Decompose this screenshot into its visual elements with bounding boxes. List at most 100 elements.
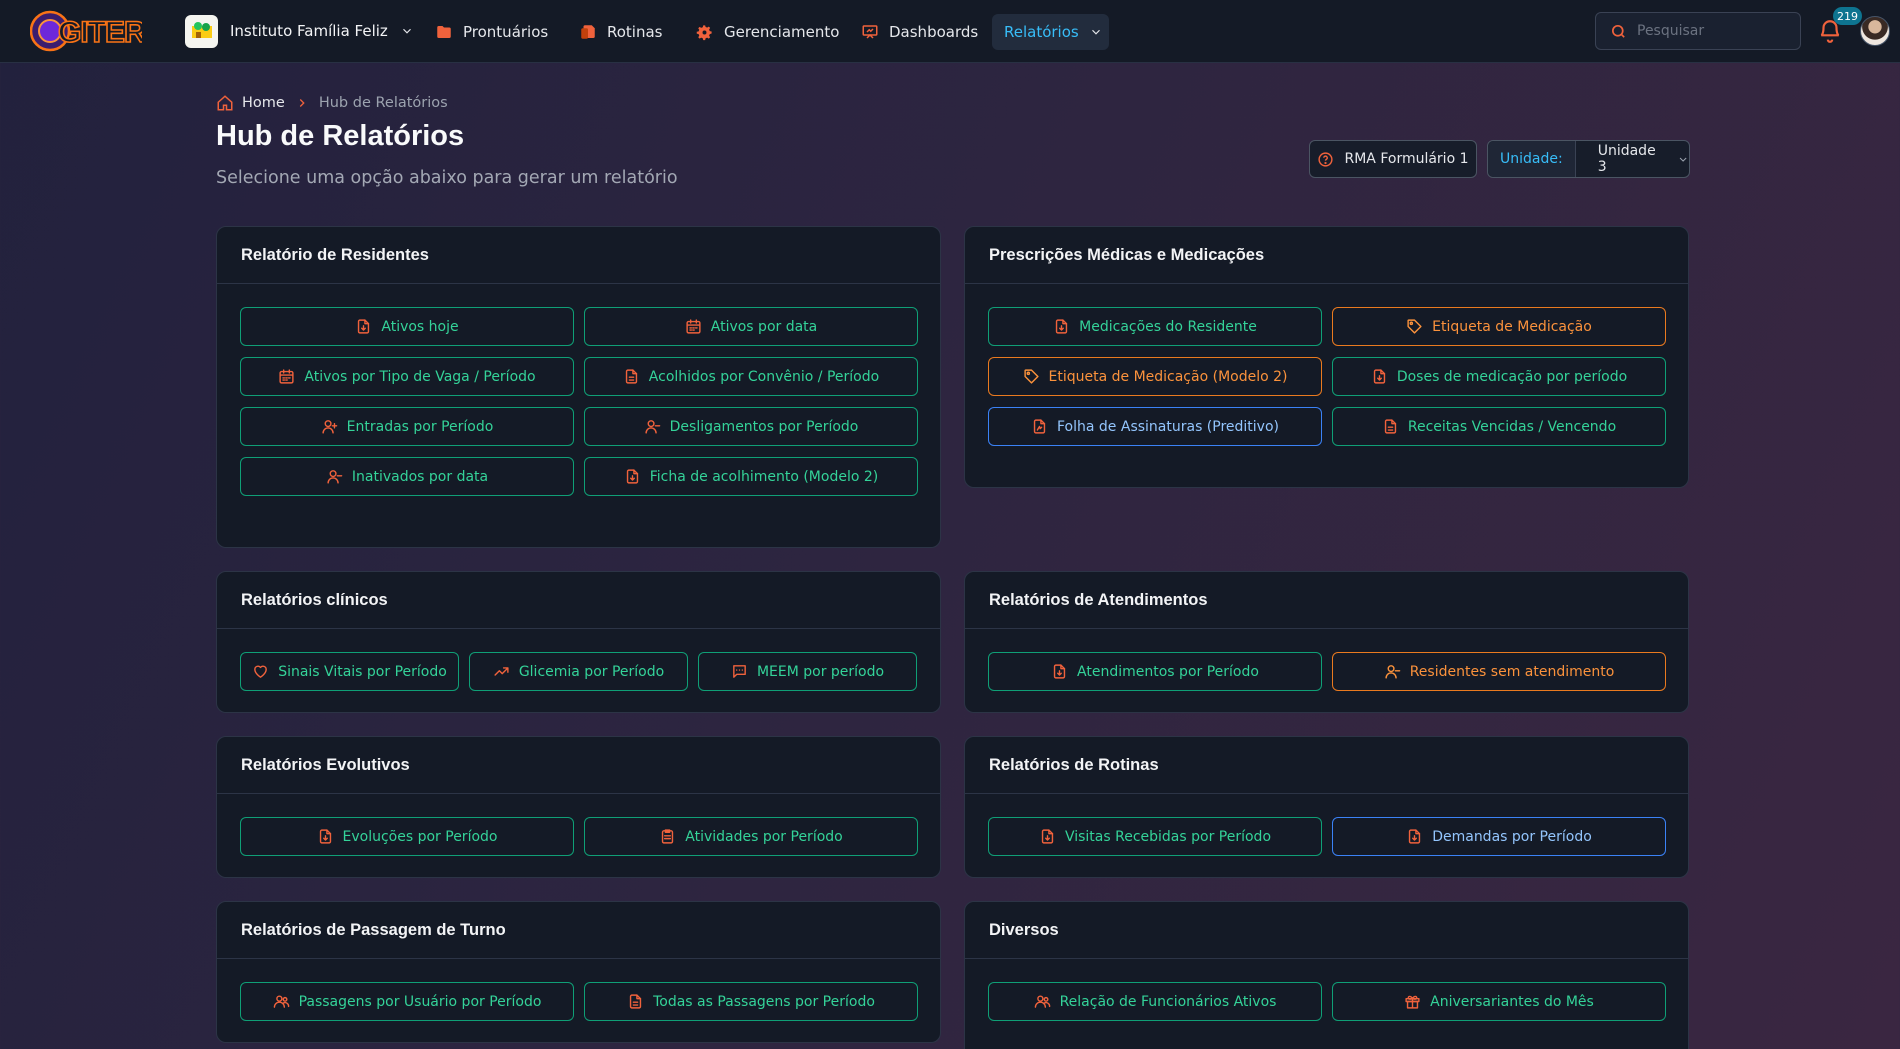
unit-value: Unidade 3 <box>1576 143 1689 175</box>
report-button[interactable]: Relação de Funcionários Ativos <box>988 982 1322 1021</box>
unit-label: Unidade: <box>1488 141 1576 177</box>
users-icon <box>1034 995 1050 1008</box>
card-title: Prescrições Médicas e Medicações <box>965 227 1688 284</box>
button-grid: Sinais Vitais por Período Glicemia por Pe… <box>240 652 917 691</box>
report-button-label: Acolhidos por Convênio / Período <box>648 368 880 385</box>
button-grid: Visitas Recebidas por Período Demandas po… <box>988 817 1666 856</box>
file-download-icon <box>358 319 370 334</box>
breadcrumb-home[interactable]: Home <box>216 94 285 112</box>
report-button-label: Evoluções por Período <box>342 828 498 845</box>
users-icon <box>273 995 289 1008</box>
report-button-label: Etiqueta de Medicação <box>1432 318 1592 335</box>
report-button[interactable]: Atendimentos por Período <box>988 652 1322 691</box>
file-icon <box>1384 419 1397 434</box>
card-title: Relatórios de Passagem de Turno <box>217 902 940 959</box>
report-button-label: Demandas por Período <box>1432 828 1592 845</box>
nav-relatorios[interactable]: Relatórios <box>992 14 1109 50</box>
report-button[interactable]: Residentes sem atendimento <box>1332 652 1666 691</box>
report-button[interactable]: Medicações do Residente <box>988 307 1322 346</box>
report-button[interactable]: Passagens por Usuário por Período <box>240 982 574 1021</box>
presentation-chart-icon <box>862 25 878 39</box>
search-input[interactable] <box>1637 23 1787 39</box>
report-button[interactable]: Folha de Assinaturas (Preditivo) <box>988 407 1322 446</box>
tag-icon <box>1407 319 1422 334</box>
report-button[interactable]: Ativos por Tipo de Vaga / Período <box>240 357 574 396</box>
button-grid: Relação de Funcionários Ativos Aniversari… <box>988 982 1666 1021</box>
report-button-label: Residentes sem atendimento <box>1409 663 1615 680</box>
chevron-down-icon <box>1679 157 1687 162</box>
file-download-icon <box>1409 829 1421 844</box>
report-button[interactable]: Glicemia por Período <box>469 652 688 691</box>
breadcrumb-home-label: Home <box>242 95 285 111</box>
report-button-label: Glicemia por Período <box>518 663 665 680</box>
report-button-label: Sinais Vitais por Período <box>278 663 447 680</box>
report-button[interactable]: Visitas Recebidas por Período <box>988 817 1322 856</box>
calendar-icon <box>279 369 294 384</box>
report-button[interactable]: Ativos hoje <box>240 307 574 346</box>
report-button-label: Atividades por Período <box>685 828 843 845</box>
report-button-label: Folha de Assinaturas (Preditivo) <box>1057 418 1279 435</box>
report-button[interactable]: Ativos por data <box>584 307 918 346</box>
giter-logo[interactable]: GITER <box>30 9 142 53</box>
report-button[interactable]: Aniversariantes do Mês <box>1332 982 1666 1021</box>
trending-up-icon <box>494 667 509 676</box>
user-plus-icon <box>322 420 337 434</box>
card-title: Relatório de Residentes <box>217 227 940 284</box>
org-switcher[interactable]: Instituto Família Feliz <box>185 14 414 48</box>
unit-select[interactable]: Unidade: Unidade 3 <box>1487 140 1690 178</box>
card-title: Diversos <box>965 902 1688 959</box>
report-button[interactable]: Entradas por Período <box>240 407 574 446</box>
org-name: Instituto Família Feliz <box>230 22 388 40</box>
tag-icon <box>1023 369 1039 384</box>
report-button-label: Visitas Recebidas por Período <box>1064 828 1272 845</box>
report-button[interactable]: Todas as Passagens por Período <box>584 982 918 1021</box>
nav-gerenciamento[interactable]: Gerenciamento <box>683 14 851 50</box>
rma-form-button[interactable]: RMA Formulário 1 <box>1309 140 1477 178</box>
chevron-down-icon <box>1091 29 1100 35</box>
gear-icon <box>696 24 712 40</box>
button-grid: Atendimentos por Período Residentes sem a… <box>988 652 1666 691</box>
report-button[interactable]: Ficha de acolhimento (Modelo 2) <box>584 457 918 496</box>
report-button[interactable]: Evoluções por Período <box>240 817 574 856</box>
report-button[interactable]: Acolhidos por Convênio / Período <box>584 357 918 396</box>
file-download-icon <box>1373 369 1385 384</box>
nav-dashboards[interactable]: Dashboards <box>849 14 990 50</box>
file-icon <box>629 994 642 1009</box>
user-minus-icon <box>327 470 343 484</box>
report-button[interactable]: MEEM por período <box>698 652 917 691</box>
report-button[interactable]: Inativados por data <box>240 457 574 496</box>
report-button-label: Passagens por Usuário por Período <box>298 993 542 1010</box>
report-button[interactable]: Doses de medicação por período <box>1332 357 1666 396</box>
nav-label: Dashboards <box>889 23 979 41</box>
card-title: Relatórios clínicos <box>217 572 940 629</box>
clipboard-icon <box>662 829 674 844</box>
file-icon <box>625 369 637 384</box>
report-button-label: Aniversariantes do Mês <box>1430 993 1594 1010</box>
help-circle-icon <box>1318 151 1334 167</box>
report-button[interactable]: Receitas Vencidas / Vencendo <box>1332 407 1666 446</box>
user-avatar[interactable] <box>1860 16 1890 46</box>
button-grid: Passagens por Usuário por Período Todas a… <box>240 982 918 1021</box>
nav-rotinas[interactable]: Rotinas <box>567 14 675 50</box>
report-button[interactable]: Sinais Vitais por Período <box>240 652 459 691</box>
report-button-label: MEEM por período <box>756 663 885 680</box>
report-button-label: Receitas Vencidas / Vencendo <box>1407 418 1617 435</box>
report-button[interactable]: Etiqueta de Medicação <box>1332 307 1666 346</box>
unit-value-text: Unidade 3 <box>1597 143 1656 175</box>
report-button[interactable]: Demandas por Período <box>1332 817 1666 856</box>
nav-prontuarios[interactable]: Prontuários <box>423 14 560 50</box>
report-button-label: Ativos hoje <box>381 318 459 335</box>
search-box[interactable] <box>1595 12 1801 50</box>
card-prescricoes-medicacoes: Prescrições Médicas e Medicações Medicaç… <box>964 226 1689 488</box>
card-title: Relatórios Evolutivos <box>217 737 940 794</box>
report-button-label: Relação de Funcionários Ativos <box>1059 993 1277 1010</box>
report-button[interactable]: Desligamentos por Período <box>584 407 918 446</box>
report-button[interactable]: Etiqueta de Medicação (Modelo 2) <box>988 357 1322 396</box>
report-button[interactable]: Atividades por Período <box>584 817 918 856</box>
report-button-label: Desligamentos por Período <box>669 418 859 435</box>
breadcrumb: Home Hub de Relatórios <box>216 94 448 112</box>
file-download-icon <box>1056 319 1068 334</box>
report-button-label: Todas as Passagens por Período <box>653 993 875 1010</box>
top-navbar: GITER Instituto Família Feliz Prontuário… <box>0 0 1900 63</box>
user-minus-icon <box>1385 665 1400 679</box>
